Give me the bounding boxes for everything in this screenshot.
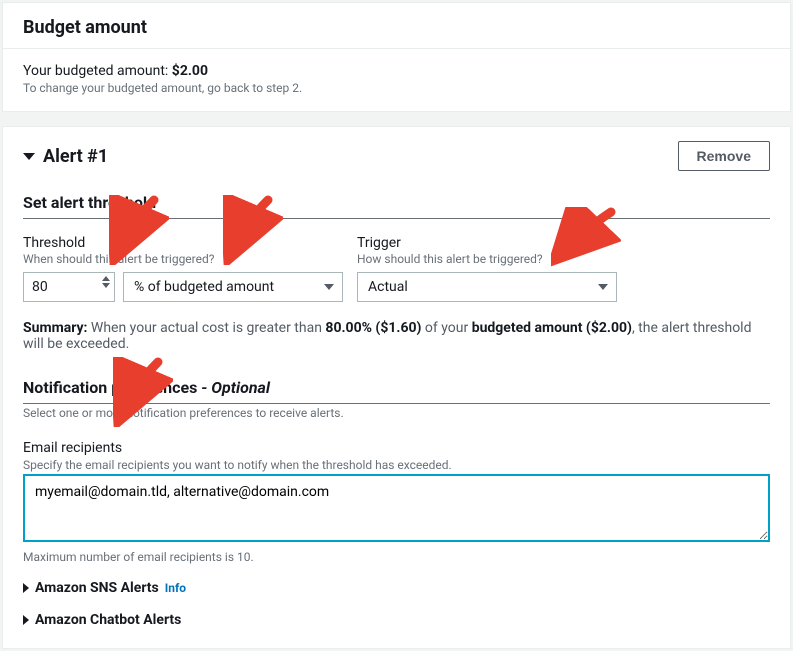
email-recipients-input[interactable]: [23, 474, 770, 542]
threshold-input[interactable]: 80: [23, 272, 115, 302]
trigger-value: Actual: [368, 279, 408, 295]
budget-panel: Budget amount Your budgeted amount: $2.0…: [2, 2, 791, 112]
chevron-down-icon: [598, 284, 608, 290]
alert-title-text: Alert #1: [43, 146, 108, 167]
notif-help: Select one or more notification preferen…: [23, 406, 770, 420]
stepper-down-icon[interactable]: [102, 283, 110, 288]
remove-button[interactable]: Remove: [678, 141, 770, 171]
threshold-row: Threshold When should this alert be trig…: [23, 235, 770, 302]
summary-text-a: When your actual cost is greater than: [87, 320, 325, 336]
caret-right-icon: [23, 615, 29, 625]
sns-label: Amazon SNS Alerts: [35, 580, 159, 596]
threshold-unit-value: % of budgeted amount: [134, 279, 274, 295]
sns-expander[interactable]: Amazon SNS Alerts Info: [23, 580, 770, 596]
caret-down-icon: [23, 153, 35, 160]
stepper-up-icon[interactable]: [102, 276, 110, 281]
notif-section-title: Notification preferences - Optional: [23, 378, 770, 404]
alert-header: Alert #1 Remove: [23, 127, 770, 185]
chatbot-label: Amazon Chatbot Alerts: [35, 612, 181, 628]
caret-right-icon: [23, 583, 29, 593]
notif-title-text: Notification preferences: [23, 378, 197, 397]
chevron-down-icon: [324, 284, 334, 290]
trigger-select[interactable]: Actual: [357, 272, 617, 302]
budget-amount-value: $2.00: [172, 63, 208, 79]
alert-panel: Alert #1 Remove Set alert threshold Thre…: [2, 126, 791, 649]
chatbot-expander[interactable]: Amazon Chatbot Alerts: [23, 612, 770, 628]
budget-amount-line: Your budgeted amount: $2.00: [23, 63, 770, 79]
email-help: Specify the email recipients you want to…: [23, 458, 770, 472]
email-label: Email recipients: [23, 440, 770, 456]
threshold-unit-select[interactable]: % of budgeted amount: [123, 272, 343, 302]
threshold-label: Threshold: [23, 235, 343, 251]
alert-toggle[interactable]: Alert #1: [23, 146, 108, 167]
threshold-help: When should this alert be triggered?: [23, 252, 343, 266]
trigger-column: Trigger How should this alert be trigger…: [357, 235, 617, 302]
threshold-column: Threshold When should this alert be trig…: [23, 235, 343, 302]
notif-optional: - Optional: [197, 378, 270, 397]
trigger-help: How should this alert be triggered?: [357, 252, 617, 266]
threshold-value: 80: [32, 279, 48, 295]
trigger-label: Trigger: [357, 235, 617, 251]
budget-body: Your budgeted amount: $2.00 To change yo…: [3, 48, 790, 111]
email-max-note: Maximum number of email recipients is 10…: [23, 550, 770, 564]
budget-amount-prefix: Your budgeted amount:: [23, 63, 172, 79]
info-link[interactable]: Info: [165, 581, 186, 595]
threshold-section-title: Set alert threshold: [23, 193, 770, 219]
budget-title: Budget amount: [3, 3, 790, 48]
summary-line: Summary: When your actual cost is greate…: [23, 320, 770, 352]
summary-text-b: of your: [421, 320, 471, 336]
summary-budget: budgeted amount ($2.00): [472, 320, 632, 336]
budget-hint: To change your budgeted amount, go back …: [23, 81, 770, 95]
summary-prefix: Summary:: [23, 320, 87, 336]
summary-pct: 80.00% ($1.60): [325, 320, 421, 336]
